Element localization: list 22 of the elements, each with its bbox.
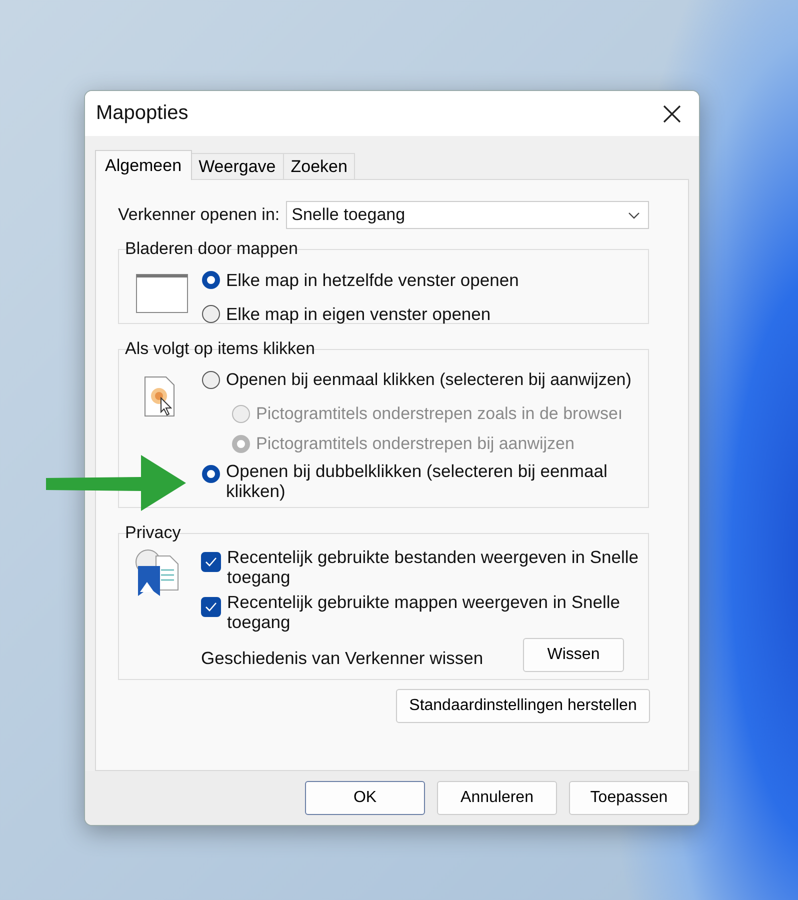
- dialog-button[interactable]: OK: [305, 781, 425, 815]
- restore-defaults-button[interactable]: Standaardinstellingen herstellen: [396, 689, 650, 723]
- option-label: Openen bij dubbelklikken (selecteren bij eenmaal klikken): [226, 460, 608, 501]
- group-title: Als volgt op items klikken: [124, 340, 315, 358]
- field-label: Verkenner openen in:: [118, 205, 280, 225]
- dropdown[interactable]: Snelle toegang: [286, 201, 649, 229]
- dialog-button[interactable]: Annuleren: [437, 781, 557, 815]
- group-title: Bladeren door mappen: [124, 240, 298, 258]
- option-label: Elke map in eigen venster openen: [226, 303, 491, 324]
- tab[interactable]: Algemeen: [95, 150, 192, 180]
- option-label: Elke map in hetzelfde venster openen: [226, 269, 519, 290]
- option-label: Recentelijk gebruikte mappen weergeven in Snelle toegang: [227, 592, 622, 632]
- group-title: Privacy: [124, 524, 181, 542]
- option-label: Openen bij eenmaal klikken (selecteren bij aanwijzen): [226, 369, 632, 390]
- option-label: Pictogramtitels onderstrepen bij aanwijzen: [256, 433, 574, 454]
- clear-button[interactable]: Wissen: [523, 638, 624, 672]
- tab[interactable]: Zoeken: [282, 153, 356, 179]
- window-title: Mapopties: [96, 102, 188, 125]
- option-label: Geschiedenis van Verkenner wissen: [201, 647, 484, 668]
- dialog-button[interactable]: Toepassen: [569, 781, 689, 815]
- option-label: Pictogramtitels onderstrepen zoals in de browseı: [256, 403, 623, 424]
- option-label: Recentelijk gebruikte bestanden weergeven in Snelle toegang: [227, 547, 640, 587]
